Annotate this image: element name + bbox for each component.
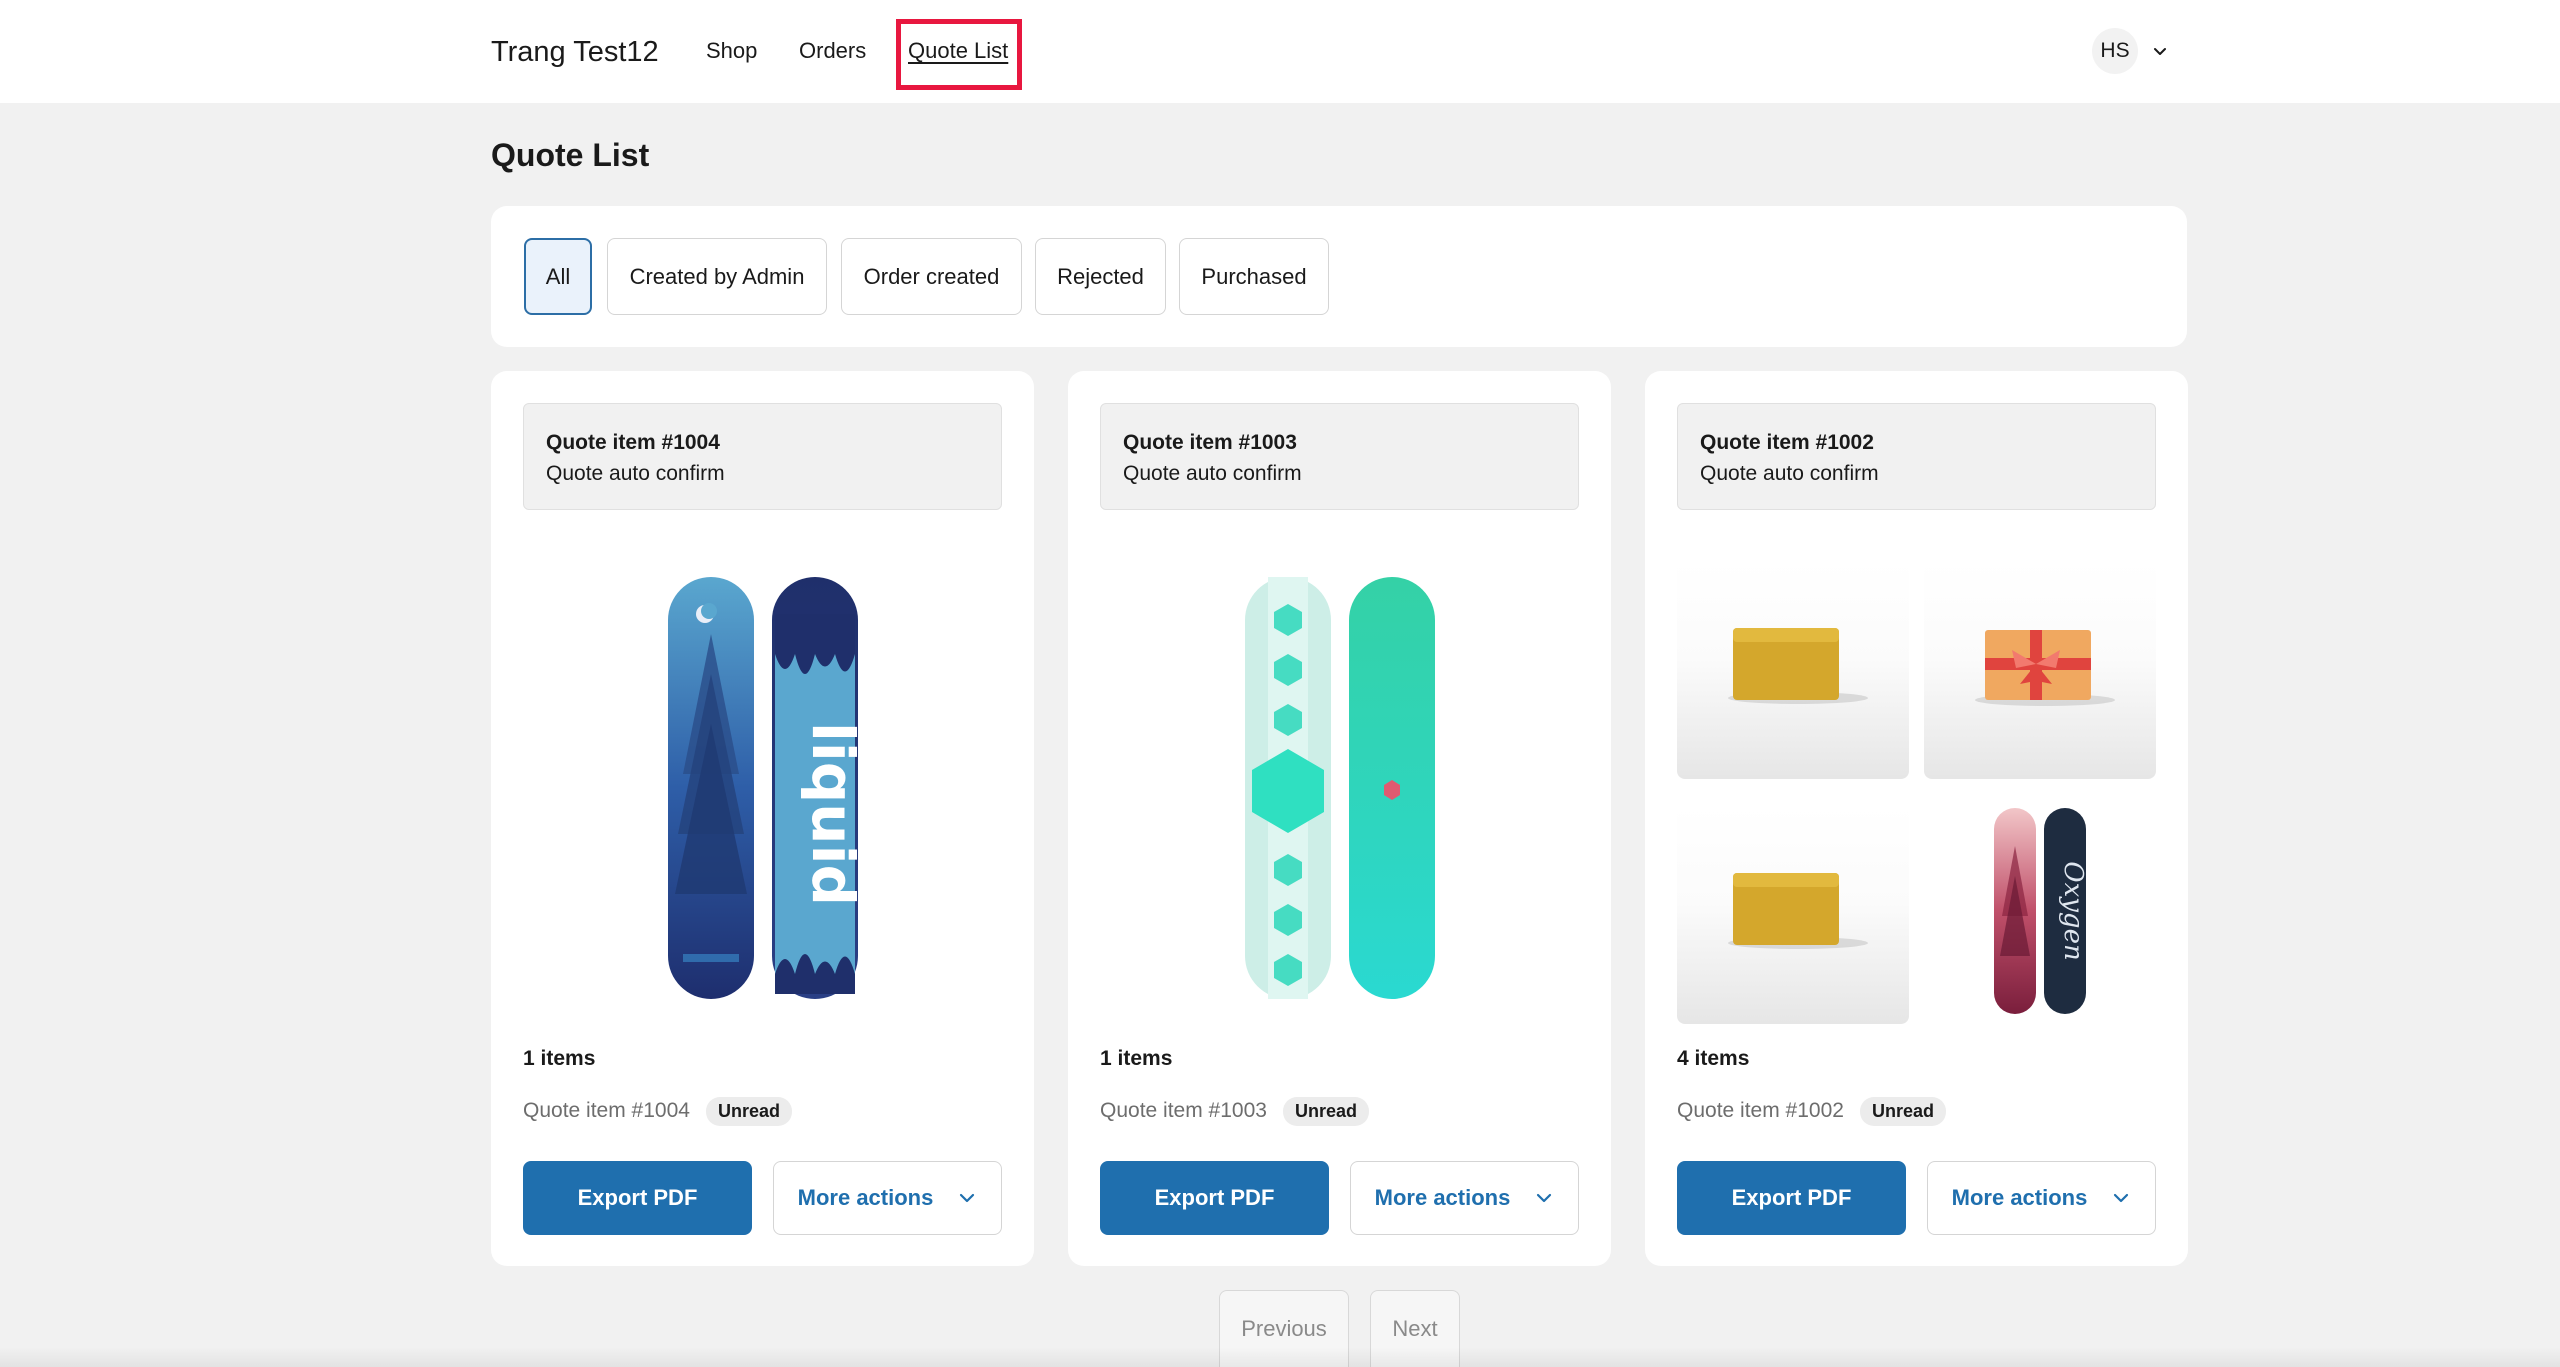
chevron-down-icon — [1537, 1193, 1552, 1203]
filter-purchased[interactable]: Purchased — [1179, 238, 1329, 315]
product-images: liquid — [523, 561, 1002, 1016]
items-count: 1 items — [1100, 1047, 1173, 1070]
store-brand[interactable]: Trang Test12 — [491, 34, 659, 70]
more-actions-label: More actions — [1951, 1185, 2088, 1210]
filter-created-by-admin[interactable]: Created by Admin — [607, 238, 827, 315]
quote-reference: Quote item #1003 Unread — [1100, 1096, 1369, 1126]
quote-subtitle: Quote auto confirm — [546, 462, 725, 485]
quote-header[interactable]: Quote item #1004 Quote auto confirm — [523, 403, 1002, 510]
export-pdf-button[interactable]: Export PDF — [1677, 1161, 1906, 1235]
quote-subtitle: Quote auto confirm — [1123, 462, 1302, 485]
product-image-snowboard — [1100, 561, 1579, 1016]
snowboard-hexagon-icon — [1244, 576, 1435, 999]
avatar[interactable]: HS — [2092, 28, 2138, 74]
nav-orders[interactable]: Orders — [799, 36, 866, 66]
nav-shop[interactable]: Shop — [706, 36, 757, 66]
chevron-down-icon — [2114, 1193, 2129, 1203]
quote-reference: Quote item #1002 Unread — [1677, 1096, 1946, 1126]
quote-header[interactable]: Quote item #1003 Quote auto confirm — [1100, 403, 1579, 510]
snowboard-oxygen-icon: Oxygen — [1994, 807, 2088, 1014]
wax-block-icon — [1728, 873, 1868, 949]
export-pdf-button[interactable]: Export PDF — [1100, 1161, 1329, 1235]
more-actions-label: More actions — [1374, 1185, 1511, 1210]
quote-card: Quote item #1003 Quote auto confirm 1 it… — [1068, 371, 1611, 1266]
quote-title: Quote item #1004 — [546, 431, 720, 454]
quote-ref-text: Quote item #1003 — [1100, 1099, 1267, 1122]
more-actions-label: More actions — [797, 1185, 934, 1210]
status-badge: Unread — [705, 1096, 792, 1126]
quote-card: Quote item #1002 Quote auto confirm Oxyg… — [1645, 371, 2188, 1266]
quote-title: Quote item #1003 — [1123, 431, 1297, 454]
account-menu[interactable]: HS — [2092, 28, 2168, 74]
more-actions-button[interactable]: More actions — [1927, 1161, 2156, 1235]
filter-bar: All Created by Admin Order created Rejec… — [491, 206, 2187, 347]
product-image-gift-card — [1924, 561, 2156, 779]
bottom-fade — [0, 1347, 2560, 1367]
product-image-wax — [1677, 561, 1909, 779]
chevron-down-icon — [2154, 48, 2166, 55]
product-image-snowboard: Oxygen — [1924, 797, 2156, 1024]
filter-rejected[interactable]: Rejected — [1035, 238, 1166, 315]
product-images — [1100, 561, 1579, 1016]
highlight-box — [896, 19, 1022, 90]
page-title: Quote List — [491, 137, 650, 173]
filter-all[interactable]: All — [524, 238, 592, 315]
filter-order-created[interactable]: Order created — [841, 238, 1022, 315]
status-badge: Unread — [1282, 1096, 1369, 1126]
quote-title: Quote item #1002 — [1700, 431, 1874, 454]
svg-text:liquid: liquid — [799, 722, 863, 906]
quote-header[interactable]: Quote item #1002 Quote auto confirm — [1677, 403, 2156, 510]
quote-subtitle: Quote auto confirm — [1700, 462, 1879, 485]
product-image-snowboard: liquid — [523, 561, 1002, 1016]
snowboard-liquid-icon: liquid — [667, 576, 863, 999]
quote-card: Quote item #1004 Quote auto confirm liqu… — [491, 371, 1034, 1266]
quote-reference: Quote item #1004 Unread — [523, 1096, 792, 1126]
more-actions-button[interactable]: More actions — [1350, 1161, 1579, 1235]
product-image-wax — [1677, 806, 1909, 1024]
site-header: Trang Test12 Shop Orders Quote List HS — [0, 0, 2560, 103]
gift-card-icon — [1975, 630, 2115, 706]
wax-block-icon — [1728, 628, 1868, 704]
chevron-down-icon — [960, 1193, 975, 1203]
svg-text:Oxygen: Oxygen — [2058, 861, 2088, 960]
product-images: Oxygen — [1677, 561, 2156, 1024]
items-count: 1 items — [523, 1047, 596, 1070]
quote-ref-text: Quote item #1004 — [523, 1099, 690, 1122]
status-badge: Unread — [1859, 1096, 1946, 1126]
export-pdf-button[interactable]: Export PDF — [523, 1161, 752, 1235]
quote-ref-text: Quote item #1002 — [1677, 1099, 1844, 1122]
items-count: 4 items — [1677, 1047, 1750, 1070]
more-actions-button[interactable]: More actions — [773, 1161, 1002, 1235]
